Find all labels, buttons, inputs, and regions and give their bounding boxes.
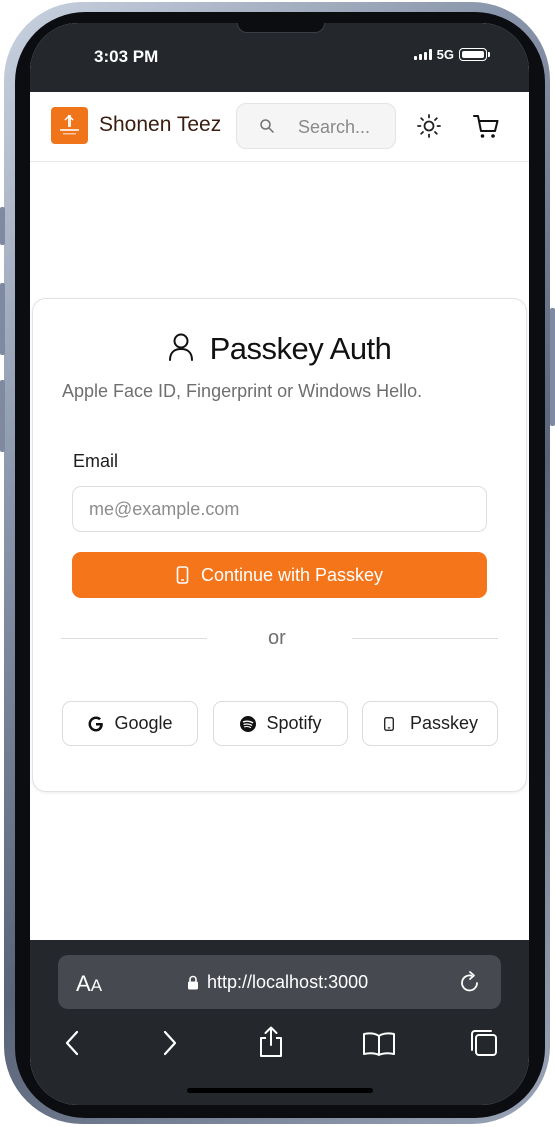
signal-icon [413,49,432,60]
card-title-row: Passkey Auth [33,331,526,367]
cart-icon[interactable] [472,113,500,141]
lock-icon [188,975,198,990]
speaker-notch [237,23,325,33]
google-icon [88,716,104,731]
phone-screen: 3:03 PM 5G Shonen Teez Search... Passkey… [30,23,529,1105]
card-title: Passkey Auth [209,331,392,366]
spotify-button-label: Spotify [266,713,322,733]
search-box[interactable]: Search... [236,103,396,149]
email-field[interactable] [72,486,487,532]
passkey-auth-card: Passkey Auth Apple Face ID, Fingerprint … [32,298,527,792]
sun-icon[interactable] [416,113,442,139]
text-size-button[interactable]: AA [76,971,102,997]
divider-line-right [352,638,498,639]
status-bar: 3:03 PM 5G [30,23,529,92]
google-login-button[interactable]: Google [62,701,198,746]
tabs-icon[interactable] [469,1028,499,1058]
share-icon[interactable] [258,1026,284,1058]
smartphone-icon [384,716,394,731]
card-subtitle: Apple Face ID, Fingerprint or Windows He… [62,381,423,401]
volume-up-button [0,283,5,355]
url-text: http://localhost:3000 [207,972,369,992]
continue-with-passkey-button[interactable]: Continue with Passkey [72,552,487,598]
search-icon [260,119,274,133]
status-time: 3:03 PM [94,47,159,66]
divider-or: or [268,627,286,649]
home-indicator [187,1088,373,1093]
volume-down-button [0,380,5,452]
divider-line-left [61,638,207,639]
network-type: 5G [436,47,454,62]
spotify-login-button[interactable]: Spotify [213,701,348,746]
browser-toolbar: AA http://localhost:3000 [30,940,529,1105]
brand-logo[interactable] [51,107,88,144]
status-indicators: 5G [413,47,490,62]
passkey-button-label: Passkey [409,713,479,733]
app-header: Shonen Teez Search... [30,92,529,162]
user-icon [168,333,193,361]
forward-icon[interactable] [162,1030,178,1056]
email-label: Email [73,451,119,471]
google-button-label: Google [114,713,173,733]
bookmarks-icon[interactable] [362,1031,396,1057]
back-icon[interactable] [64,1030,80,1056]
address-bar[interactable]: AA http://localhost:3000 [58,955,501,1009]
reload-icon[interactable] [459,970,481,994]
continue-button-label: Continue with Passkey [200,564,384,585]
brand-name[interactable]: Shonen Teez [99,113,221,137]
power-button [550,308,555,426]
silent-switch [0,207,5,245]
battery-icon [459,48,490,61]
smartphone-icon [176,566,189,584]
passkey-login-button[interactable]: Passkey [362,701,498,746]
search-placeholder: Search... [298,117,371,137]
spotify-icon [240,715,257,732]
